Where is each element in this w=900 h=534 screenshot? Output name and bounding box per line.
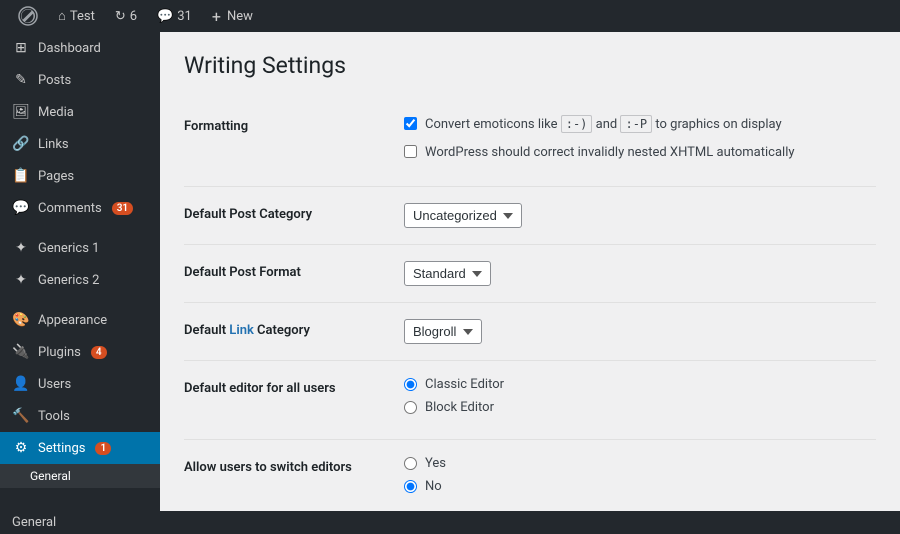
switch-yes-radio[interactable] [404,457,417,470]
sidebar-item-plugins[interactable]: 🔌 Plugins 4 [0,336,160,368]
post-category-select[interactable]: Uncategorized [404,203,522,228]
post-format-field: Standard [404,261,876,286]
default-editor-row: Default editor for all users Classic Edi… [184,360,876,439]
sidebar-item-links[interactable]: 🔗 Links [0,128,160,160]
sidebar-item-pages[interactable]: 📋 Pages [0,160,160,192]
switch-no-option: No [404,479,876,494]
users-icon: 👤 [12,376,30,392]
post-format-row: Default Post Format Standard [184,244,876,302]
link-category-label: Default Link Category [184,319,404,344]
post-category-label: Default Post Category [184,203,404,228]
allow-switch-field: Yes No [404,456,876,502]
adminbar-new[interactable]: + New [202,0,263,32]
posts-icon: ✎ [12,72,30,88]
switch-yes-label: Yes [425,456,446,471]
admin-menu: ⊞ Dashboard ✎ Posts 🖼 Media 🔗 Links 📋 Pa… [0,32,160,511]
admin-bar: ⌂ Test ↻ 6 💬 31 + New [0,0,900,32]
adminbar-updates[interactable]: ↻ 6 [105,0,147,32]
formatting-row: Formatting Convert emoticons like :-) an… [184,99,876,186]
post-category-row: Default Post Category Uncategorized [184,186,876,244]
sidebar-item-dashboard[interactable]: ⊞ Dashboard [0,32,160,64]
block-editor-radio[interactable] [404,401,417,414]
appearance-icon: 🎨 [12,312,30,328]
classic-editor-radio[interactable] [404,378,417,391]
page-title: Writing Settings [184,52,876,79]
emoticons-label: Convert emoticons like :-) and :-P to gr… [425,115,782,135]
home-icon: ⌂ [58,8,66,24]
post-format-label: Default Post Format [184,261,404,286]
formatting-option1: Convert emoticons like :-) and :-P to gr… [404,115,876,135]
comment-icon: 💬 [157,9,173,24]
block-editor-option: Block Editor [404,400,876,415]
switch-yes-option: Yes [404,456,876,471]
allow-switch-label: Allow users to switch editors [184,456,404,502]
submenu-item-general[interactable]: General [0,464,160,488]
sidebar-item-generics1[interactable]: ✦ Generics 1 [0,232,160,264]
classic-editor-option: Classic Editor [404,377,876,392]
xhtml-checkbox[interactable] [404,145,417,158]
post-format-select[interactable]: Standard [404,261,491,286]
formatting-label: Formatting [184,115,404,170]
switch-no-label: No [425,479,442,494]
emoticons-checkbox[interactable] [404,117,417,130]
sidebar-item-tools[interactable]: 🔨 Tools [0,400,160,432]
sidebar-item-posts[interactable]: ✎ Posts [0,64,160,96]
default-editor-field: Classic Editor Block Editor [404,377,876,423]
post-category-field: Uncategorized [404,203,876,228]
xhtml-label: WordPress should correct invalidly neste… [425,143,795,163]
allow-switch-row: Allow users to switch editors Yes No [184,439,876,511]
emoticon-code2: :-P [620,115,652,133]
link-category-link[interactable]: Link [229,323,254,338]
breadcrumb-link[interactable]: General [12,515,56,530]
default-editor-label: Default editor for all users [184,377,404,423]
main-content: Writing Settings Formatting Convert emot… [160,32,900,511]
plus-icon: + [212,7,221,26]
sidebar-item-comments[interactable]: 💬 Comments 31 [0,192,160,224]
pages-icon: 📋 [12,168,30,184]
formatting-option2: WordPress should correct invalidly neste… [404,143,876,163]
media-icon: 🖼 [12,104,30,120]
settings-badge: 1 [95,442,111,455]
classic-editor-label: Classic Editor [425,377,504,392]
switch-no-radio[interactable] [404,480,417,493]
link-category-field: Blogroll [404,319,876,344]
tools-icon: 🔨 [12,408,30,424]
sidebar-item-generics2[interactable]: ✦ Generics 2 [0,264,160,296]
adminbar-site-name[interactable]: ⌂ Test [48,0,105,32]
footer-breadcrumb: General [0,511,900,534]
sidebar-item-settings[interactable]: ⚙ Settings 1 [0,432,160,464]
updates-icon: ↻ [115,9,126,24]
sidebar-item-media[interactable]: 🖼 Media [0,96,160,128]
emoticon-code1: :-) [561,115,593,133]
sidebar-item-users[interactable]: 👤 Users [0,368,160,400]
block-editor-label: Block Editor [425,400,494,415]
links-icon: 🔗 [12,136,30,152]
adminbar-comments[interactable]: 💬 31 [147,0,202,32]
sidebar-item-appearance[interactable]: 🎨 Appearance [0,304,160,336]
dashboard-icon: ⊞ [12,40,30,56]
comments-badge: 31 [112,202,133,215]
comments-icon: 💬 [12,200,30,216]
settings-form: Formatting Convert emoticons like :-) an… [184,99,876,511]
formatting-field: Convert emoticons like :-) and :-P to gr… [404,115,876,170]
wp-logo[interactable] [8,6,48,26]
generics2-icon: ✦ [12,272,30,288]
generics1-icon: ✦ [12,240,30,256]
plugins-badge: 4 [91,346,107,359]
link-category-row: Default Link Category Blogroll [184,302,876,360]
plugins-icon: 🔌 [12,344,30,360]
settings-icon: ⚙ [12,440,30,456]
link-category-select[interactable]: Blogroll [404,319,482,344]
